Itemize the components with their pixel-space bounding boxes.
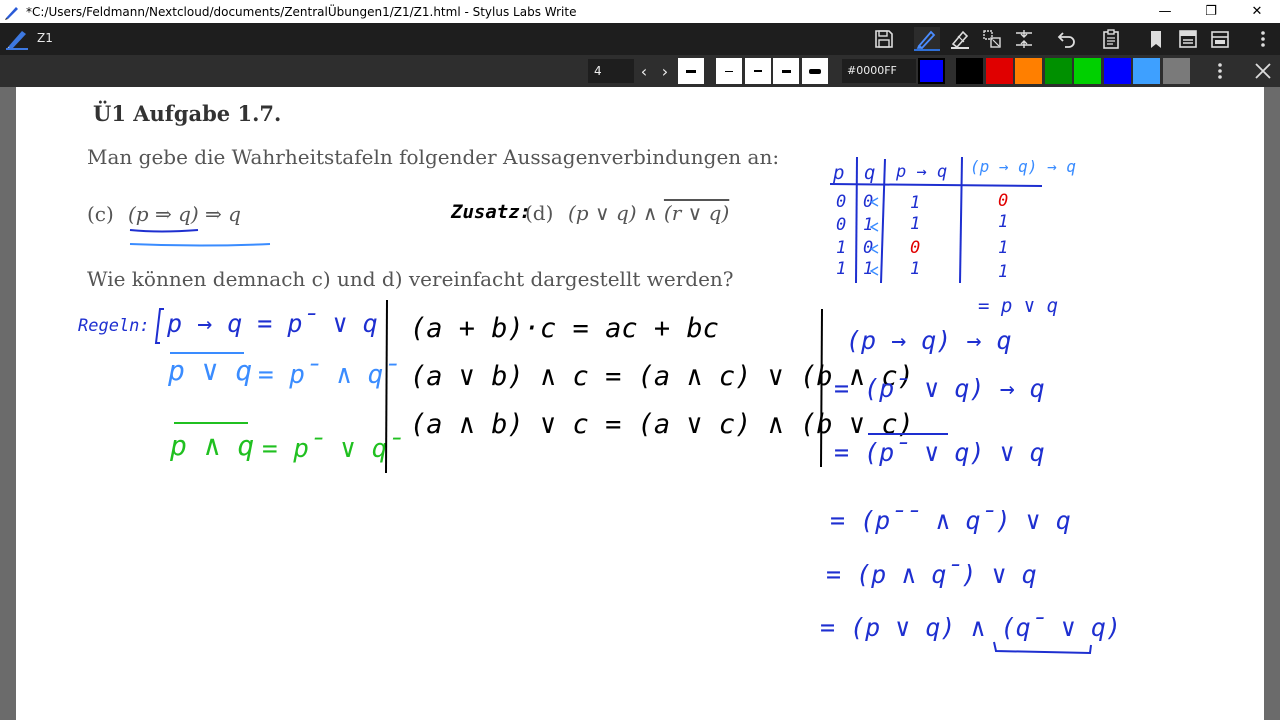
layout-button[interactable] — [1207, 27, 1233, 51]
pen-overflow-button[interactable] — [1207, 59, 1233, 83]
part-c-label: (c) — [87, 202, 114, 226]
width-preset-4-icon — [809, 68, 821, 74]
part-d-label: (d) — [525, 201, 554, 225]
color-hex-input[interactable]: #0000FF — [842, 59, 916, 83]
insert-space-icon — [1016, 30, 1032, 48]
width-preset-4[interactable] — [802, 58, 828, 84]
pen-tool-button[interactable] — [914, 27, 940, 51]
pen-icon — [916, 30, 936, 49]
more-icon — [1218, 63, 1222, 79]
next-width-button[interactable]: › — [655, 59, 675, 83]
pen-width-input[interactable]: 4 — [588, 59, 634, 83]
insert-space-button[interactable] — [1011, 27, 1037, 51]
minimize-button[interactable]: — — [1142, 0, 1188, 23]
close-window-button[interactable]: ✕ — [1234, 0, 1280, 23]
window-titlebar: *C:/Users/Feldmann/Nextcloud/documents/Z… — [0, 0, 1280, 23]
color-swatch-3[interactable] — [1015, 58, 1042, 84]
width-preset-3-icon — [781, 69, 791, 73]
bookmark-button[interactable] — [1143, 27, 1169, 51]
overflow-menu-button[interactable] — [1250, 27, 1276, 51]
highlighter-icon — [951, 30, 969, 49]
color-swatch-6[interactable] — [1103, 58, 1131, 84]
select-icon — [983, 30, 1001, 48]
maximize-button[interactable]: ❐ — [1188, 0, 1234, 23]
width-preset-3[interactable] — [773, 58, 799, 84]
part-c-formula: (p ⇒ q) ⇒ q — [128, 202, 241, 226]
color-swatch-2[interactable] — [985, 58, 1013, 84]
bookmark-icon — [1151, 31, 1161, 48]
chevron-left-icon: ‹ — [640, 61, 648, 81]
color-swatch-1[interactable] — [956, 58, 983, 84]
main-toolbar: Z1 — [0, 23, 1280, 55]
more-icon — [1261, 31, 1265, 47]
color-swatch-4[interactable] — [1044, 58, 1072, 84]
window-title: *C:/Users/Feldmann/Nextcloud/documents/Z… — [26, 4, 577, 19]
width-preview-icon — [686, 69, 696, 73]
prev-width-button[interactable]: ‹ — [634, 59, 654, 83]
undo-icon — [1057, 32, 1075, 48]
document-page[interactable] — [16, 87, 1264, 720]
document-name: Z1 — [37, 31, 53, 45]
select-tool-button[interactable] — [979, 27, 1005, 51]
exercise-heading: Ü1 Aufgabe 1.7. — [93, 101, 282, 126]
color-swatch-8[interactable] — [1162, 58, 1190, 84]
undo-button[interactable] — [1054, 27, 1080, 51]
clipboard-icon — [1103, 29, 1119, 49]
close-toolbar-button[interactable] — [1250, 59, 1276, 83]
part-d-formula: (p ∨ q) ∧ (r ∨ q) — [568, 201, 730, 225]
highlighter-tool-button[interactable] — [947, 27, 973, 51]
exercise-intro: Man gebe die Wahrheitstafeln folgender A… — [87, 145, 780, 169]
part-d-overline-term: (r ∨ q) — [663, 201, 730, 225]
save-button[interactable] — [871, 27, 897, 51]
close-icon — [1255, 63, 1271, 79]
exercise-question: Wie können demnach c) und d) vereinfacht… — [87, 267, 734, 291]
width-preset-1[interactable] — [716, 58, 742, 84]
layout-icon — [1211, 31, 1229, 48]
document-button[interactable] — [1175, 27, 1201, 51]
width-preset-2[interactable] — [745, 58, 771, 84]
stylus-app-icon — [5, 6, 18, 20]
width-preset-1-icon — [725, 70, 733, 72]
document-icon — [1179, 30, 1197, 48]
color-swatch-5[interactable] — [1074, 58, 1101, 84]
color-swatch-7[interactable] — [1133, 58, 1160, 84]
save-icon — [875, 30, 893, 48]
menu-pen-icon[interactable] — [4, 27, 30, 51]
width-preset-2-icon — [754, 70, 762, 72]
clipboard-button[interactable] — [1098, 27, 1124, 51]
current-color-swatch[interactable] — [918, 58, 945, 84]
pen-width-dropdown[interactable] — [678, 58, 704, 84]
chevron-right-icon: › — [661, 61, 669, 81]
